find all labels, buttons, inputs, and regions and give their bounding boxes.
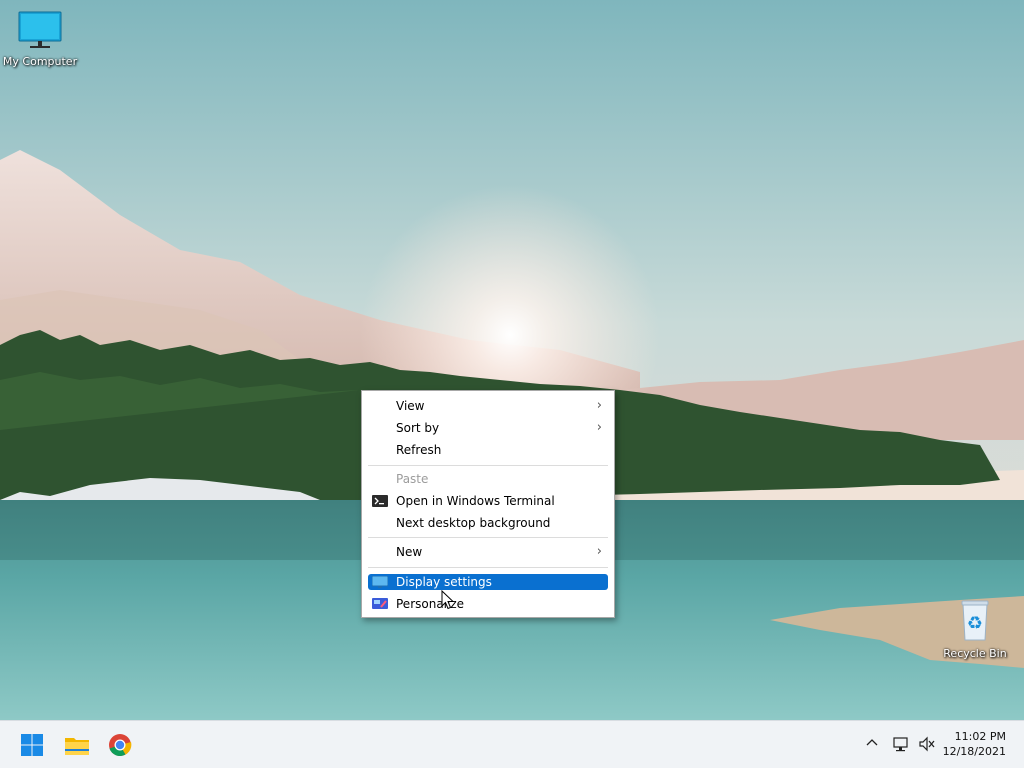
mouse-cursor-icon	[441, 590, 455, 610]
volume-muted-icon[interactable]	[918, 735, 936, 753]
chevron-right-icon: ›	[596, 544, 602, 559]
menu-item-label: Next desktop background	[396, 516, 551, 530]
chevron-right-icon: ›	[596, 398, 602, 413]
network-icon[interactable]	[892, 735, 910, 753]
menu-item-label: Refresh	[396, 443, 442, 457]
desktop[interactable]: My Computer ♻ Recycle Bin View › Sort by…	[0, 0, 1024, 720]
desktop-icon-label: Recycle Bin	[943, 647, 1007, 660]
windows-start-icon	[21, 734, 43, 756]
menu-item-label: Paste	[396, 472, 429, 486]
computer-monitor-icon	[18, 11, 62, 48]
chevron-up-icon[interactable]	[865, 735, 879, 751]
menu-item-label: Sort by	[396, 421, 440, 435]
taskbar: 11:02 PM 12/18/2021	[0, 720, 1024, 768]
menu-item-view[interactable]: View ›	[368, 398, 608, 414]
menu-item-display-settings[interactable]: Display settings	[368, 574, 608, 590]
file-explorer-icon	[65, 738, 89, 755]
start-button[interactable]	[16, 729, 48, 761]
menu-item-personalize[interactable]: Personalize	[368, 596, 608, 612]
menu-item-label: Open in Windows Terminal	[396, 494, 555, 508]
taskbar-clock[interactable]: 11:02 PM 12/18/2021	[943, 729, 1006, 759]
menu-item-paste: Paste	[368, 471, 608, 487]
menu-item-label: View	[396, 399, 425, 413]
menu-item-refresh[interactable]: Refresh	[368, 442, 608, 458]
menu-separator	[368, 567, 608, 568]
menu-item-next-background[interactable]: Next desktop background	[368, 515, 608, 531]
display-icon	[372, 576, 388, 588]
recycle-bin-icon: ♻	[961, 600, 989, 641]
menu-item-new[interactable]: New ›	[368, 544, 608, 560]
clock-time: 11:02 PM	[954, 730, 1006, 743]
menu-item-open-terminal[interactable]: Open in Windows Terminal	[368, 493, 608, 509]
taskbar-file-explorer[interactable]	[61, 729, 93, 761]
menu-separator	[368, 465, 608, 466]
desktop-context-menu: View › Sort by › Refresh Paste Open in W…	[361, 390, 615, 618]
desktop-icon-recycle-bin[interactable]: ♻ Recycle Bin	[935, 598, 1015, 660]
chevron-right-icon: ›	[596, 420, 602, 435]
terminal-icon	[372, 495, 388, 507]
menu-item-label: New	[396, 545, 423, 559]
desktop-icon-label: My Computer	[2, 55, 78, 68]
menu-item-sort-by[interactable]: Sort by ›	[368, 420, 608, 436]
svg-text:♻: ♻	[967, 613, 983, 634]
desktop-icon-my-computer[interactable]: My Computer	[0, 10, 80, 68]
menu-item-label: Display settings	[396, 575, 492, 589]
menu-separator	[368, 537, 608, 538]
taskbar-chrome[interactable]	[104, 729, 136, 761]
chrome-icon	[109, 734, 132, 757]
personalize-icon	[372, 598, 388, 609]
clock-date: 12/18/2021	[942, 745, 1006, 758]
